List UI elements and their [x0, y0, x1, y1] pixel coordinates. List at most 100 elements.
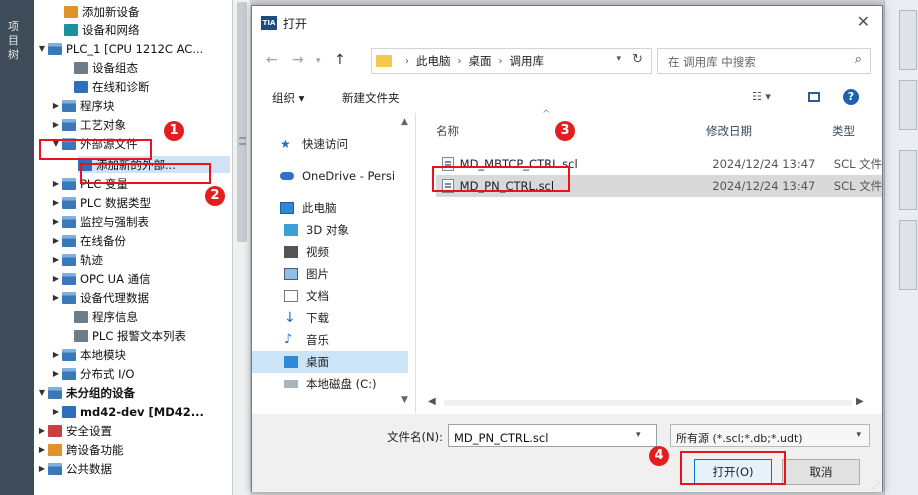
horizontal-scrollbar[interactable]: ◀ ▶: [252, 395, 882, 411]
add-file-icon: [78, 158, 92, 171]
tree-item-plc1[interactable]: ▼ PLC_1 [CPU 1212C AC...: [36, 40, 203, 57]
tree-scrollbar-thumb[interactable]: [237, 2, 247, 242]
address-dropdown-icon[interactable]: ▾: [616, 54, 621, 64]
column-header-modified[interactable]: 修改日期: [706, 123, 752, 139]
tree-item-devices-networks[interactable]: 设备和网络: [52, 21, 140, 38]
up-arrow-icon[interactable]: ↑: [334, 52, 346, 68]
tree-item-technology-objects[interactable]: ▶ 工艺对象: [50, 116, 126, 133]
collapsed-arrow-icon[interactable]: ▶: [50, 369, 62, 378]
tree-item-external-sources[interactable]: ▼ 外部源文件: [50, 135, 138, 152]
resize-grip-icon[interactable]: ⋰: [872, 481, 880, 490]
file-row[interactable]: MD_MBTCP_CTRL.scl 2024/12/24 13:47 SCL 文…: [436, 153, 882, 175]
breadcrumb-desktop[interactable]: 桌面: [469, 53, 492, 69]
nav-pane-scrollbar[interactable]: ▲ ▼: [398, 113, 414, 409]
collapsed-arrow-icon[interactable]: ▶: [36, 464, 48, 473]
breadcrumb-library[interactable]: 调用库: [510, 53, 545, 69]
expanded-arrow-icon[interactable]: ▼: [36, 388, 48, 397]
filename-dropdown-icon[interactable]: ▾: [636, 430, 641, 440]
open-button[interactable]: 打开(O): [694, 459, 772, 485]
tree-item-security-settings[interactable]: ▶ 安全设置: [36, 422, 112, 439]
expanded-arrow-icon[interactable]: ▼: [36, 44, 48, 53]
recent-dropdown-icon[interactable]: ▾: [316, 56, 321, 66]
nav-item-pictures[interactable]: 图片: [252, 263, 408, 285]
collapsed-arrow-icon[interactable]: ▶: [50, 120, 62, 129]
file-type-filter[interactable]: 所有源 (*.scl;*.db;*.udt) ▾: [670, 424, 870, 447]
forward-arrow-icon[interactable]: →: [292, 52, 304, 68]
tree-item-watch-force-tables[interactable]: ▶ 监控与强制表: [50, 213, 149, 230]
nav-item-3d-objects[interactable]: 3D 对象: [252, 219, 408, 241]
collapsed-arrow-icon[interactable]: ▶: [50, 198, 62, 207]
scroll-up-icon[interactable]: ▲: [401, 117, 408, 127]
tree-item-distributed-io[interactable]: ▶ 分布式 I/O: [50, 365, 135, 382]
refresh-icon[interactable]: ↻: [632, 52, 643, 67]
tree-item-plc-tags[interactable]: ▶ PLC 变量: [50, 175, 128, 192]
tree-item-opc-ua[interactable]: ▶ OPC UA 通信: [50, 270, 151, 287]
search-icon[interactable]: ⌕: [855, 52, 862, 67]
tree-item-cross-device-functions[interactable]: ▶ 跨设备功能: [36, 441, 124, 458]
collapsed-arrow-icon[interactable]: ▶: [50, 255, 62, 264]
breadcrumb-this-pc[interactable]: 此电脑: [416, 53, 451, 69]
task-card-tab[interactable]: [899, 10, 917, 70]
tree-item-plc-data-types[interactable]: ▶ PLC 数据类型: [50, 194, 151, 211]
organize-menu[interactable]: 组织 ▾: [272, 90, 304, 106]
tree-item-device-proxy-data[interactable]: ▶ 设备代理数据: [50, 289, 149, 306]
new-folder-button[interactable]: 新建文件夹: [342, 90, 400, 106]
nav-item-local-disk-c[interactable]: 本地磁盘 (C:): [252, 373, 408, 395]
task-card-tab[interactable]: [899, 80, 917, 130]
nav-item-music[interactable]: ♪ 音乐: [252, 329, 408, 351]
column-header-name[interactable]: 名称: [436, 123, 459, 139]
tree-item-local-modules[interactable]: ▶ 本地模块: [50, 346, 126, 363]
search-input[interactable]: 在 调用库 中搜索 ⌕: [657, 48, 871, 74]
tree-item-device-config[interactable]: 设备组态: [62, 59, 138, 76]
document-icon: [284, 290, 298, 302]
tree-item-add-external-file[interactable]: 添加新的外部...: [78, 156, 230, 173]
cancel-button[interactable]: 取消: [782, 459, 860, 485]
collapsed-arrow-icon[interactable]: ▶: [50, 236, 62, 245]
tree-item-online-backups[interactable]: ▶ 在线备份: [50, 232, 126, 249]
close-icon[interactable]: ✕: [857, 12, 870, 31]
tree-item-traces[interactable]: ▶ 轨迹: [50, 251, 103, 268]
filename-input[interactable]: [448, 424, 657, 447]
nav-item-downloads[interactable]: ↓ 下载: [252, 307, 408, 329]
task-card-tab[interactable]: [899, 150, 917, 210]
collapsed-arrow-icon[interactable]: ▶: [36, 426, 48, 435]
scrollbar-track[interactable]: [444, 400, 852, 406]
back-arrow-icon[interactable]: ←: [266, 52, 278, 68]
tree-item-program-blocks[interactable]: ▶ 程序块: [50, 97, 115, 114]
tree-scrollbar[interactable]: [232, 0, 250, 495]
help-icon[interactable]: ?: [843, 89, 859, 105]
nav-item-this-pc[interactable]: 此电脑: [252, 197, 408, 219]
expanded-arrow-icon[interactable]: ▼: [50, 139, 62, 148]
collapsed-arrow-icon[interactable]: ▶: [36, 445, 48, 454]
column-header-type[interactable]: 类型: [832, 123, 855, 139]
nav-item-onedrive[interactable]: OneDrive - Persi: [252, 165, 408, 187]
tree-item-alarm-text-lists[interactable]: PLC 报警文本列表: [62, 327, 186, 344]
scroll-left-icon[interactable]: ◀: [428, 396, 436, 407]
collapsed-arrow-icon[interactable]: ▶: [50, 350, 62, 359]
task-card-tab[interactable]: [899, 220, 917, 290]
nav-item-desktop[interactable]: 桌面: [252, 351, 408, 373]
collapsed-arrow-icon[interactable]: ▶: [50, 407, 62, 416]
nav-item-documents[interactable]: 文档: [252, 285, 408, 307]
tree-item-common-data[interactable]: ▶ 公共数据: [36, 460, 112, 477]
nav-item-videos[interactable]: 视频: [252, 241, 408, 263]
dialog-toolbar: 组织 ▾ 新建文件夹 ☷ ▾ ?: [252, 82, 882, 112]
nav-item-quick-access[interactable]: ★ 快速访问: [252, 133, 408, 155]
collapsed-arrow-icon[interactable]: ▶: [50, 217, 62, 226]
task-cards-panel: [884, 0, 918, 495]
tree-item-ungrouped-devices[interactable]: ▼ 未分组的设备: [36, 384, 135, 401]
collapsed-arrow-icon[interactable]: ▶: [50, 101, 62, 110]
tree-item-add-device[interactable]: 添加新设备: [52, 3, 140, 20]
collapsed-arrow-icon[interactable]: ▶: [50, 274, 62, 283]
view-options-icon[interactable]: ☷ ▾: [752, 90, 771, 103]
tree-item-online-diagnostics[interactable]: 在线和诊断: [62, 78, 150, 95]
preview-pane-icon[interactable]: [808, 92, 820, 102]
address-bar[interactable]: › 此电脑 › 桌面 › 调用库 ▾ ↻: [371, 48, 652, 74]
tree-item-program-info[interactable]: 程序信息: [62, 308, 138, 325]
splitter-grip-icon[interactable]: [239, 137, 246, 145]
tree-item-md42-dev[interactable]: ▶ md42-dev [MD42...: [50, 403, 204, 420]
collapsed-arrow-icon[interactable]: ▶: [50, 179, 62, 188]
collapsed-arrow-icon[interactable]: ▶: [50, 293, 62, 302]
file-row-selected[interactable]: MD_PN_CTRL.scl 2024/12/24 13:47 SCL 文件: [436, 175, 882, 197]
scroll-right-icon[interactable]: ▶: [856, 396, 864, 407]
